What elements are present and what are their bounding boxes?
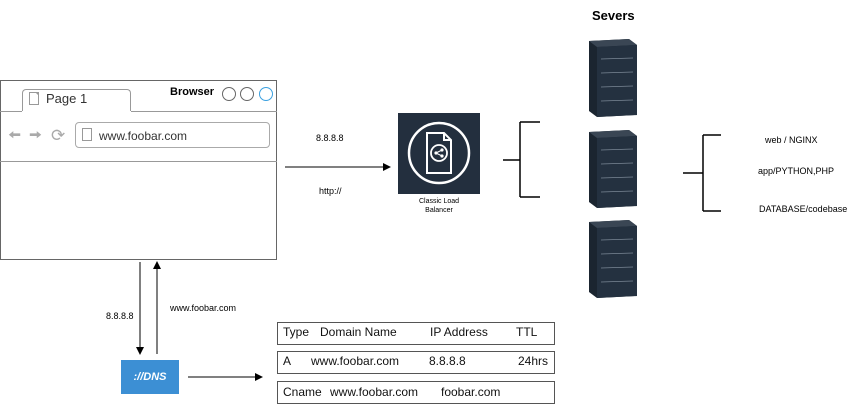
stack-label-web: web / NGINX bbox=[765, 135, 818, 145]
load-balancer-label: Classic Load Balancer bbox=[397, 197, 481, 215]
load-balancer-label-line1: Classic Load bbox=[418, 198, 460, 205]
dns-table-cell: 8.8.8.8 bbox=[429, 354, 466, 368]
server-stack-bracket bbox=[683, 134, 721, 212]
browser-title: Browser bbox=[170, 86, 215, 98]
load-balancer-node bbox=[398, 113, 480, 194]
tab-baseline bbox=[0, 111, 22, 112]
tab-label: Page 1 bbox=[46, 91, 88, 106]
address-bar-url: www.foobar.com bbox=[99, 129, 188, 143]
dns-table-cell: 24hrs bbox=[518, 354, 549, 368]
dns-table-header: Domain Name bbox=[320, 325, 397, 339]
dns-table-cell: Cname bbox=[283, 385, 322, 399]
dns-table-header: IP Address bbox=[430, 325, 488, 339]
page-icon bbox=[82, 128, 92, 141]
dns-table-header: TTL bbox=[516, 325, 538, 339]
dns-table-cell: foobar.com bbox=[441, 385, 501, 399]
edge-label-dns-domain: www.foobar.com bbox=[170, 303, 237, 313]
reload-icon[interactable]: ⟳ bbox=[51, 127, 65, 144]
stack-label-database: DATABASE/codebase bbox=[759, 204, 848, 214]
window-button-close[interactable] bbox=[259, 87, 273, 101]
edge-label-ip: 8.8.8.8 bbox=[316, 133, 344, 143]
tab-baseline bbox=[131, 111, 277, 112]
content-divider bbox=[0, 161, 277, 162]
edge-label-protocol: http:// bbox=[319, 186, 342, 196]
server-rack-icon bbox=[589, 39, 637, 117]
page-icon bbox=[29, 92, 39, 105]
edge-label-dns-ip: 8.8.8.8 bbox=[106, 311, 134, 321]
dns-table-cell: www.foobar.com bbox=[311, 354, 400, 368]
server-rack-icon bbox=[589, 130, 637, 208]
load-balancer-label-line2: Balancer bbox=[425, 207, 453, 214]
load-balancer-icon bbox=[407, 121, 471, 185]
dns-table-header-row bbox=[277, 322, 555, 345]
window-button-maximize[interactable] bbox=[240, 87, 254, 101]
servers-title: Severs bbox=[592, 8, 635, 23]
dns-table-header: Type bbox=[283, 325, 310, 339]
forward-arrow-icon[interactable]: 🠪 bbox=[29, 128, 42, 144]
server-rack-icon bbox=[589, 220, 637, 298]
window-button-minimize[interactable] bbox=[222, 87, 236, 101]
stack-label-app: app/PYTHON,PHP bbox=[758, 166, 835, 176]
lb-servers-bracket bbox=[503, 121, 540, 198]
dns-table-cell: www.foobar.com bbox=[330, 385, 419, 399]
dns-node: ://DNS bbox=[121, 360, 179, 394]
back-arrow-icon[interactable]: 🠨 bbox=[8, 128, 21, 144]
dns-table-cell: A bbox=[283, 354, 292, 368]
